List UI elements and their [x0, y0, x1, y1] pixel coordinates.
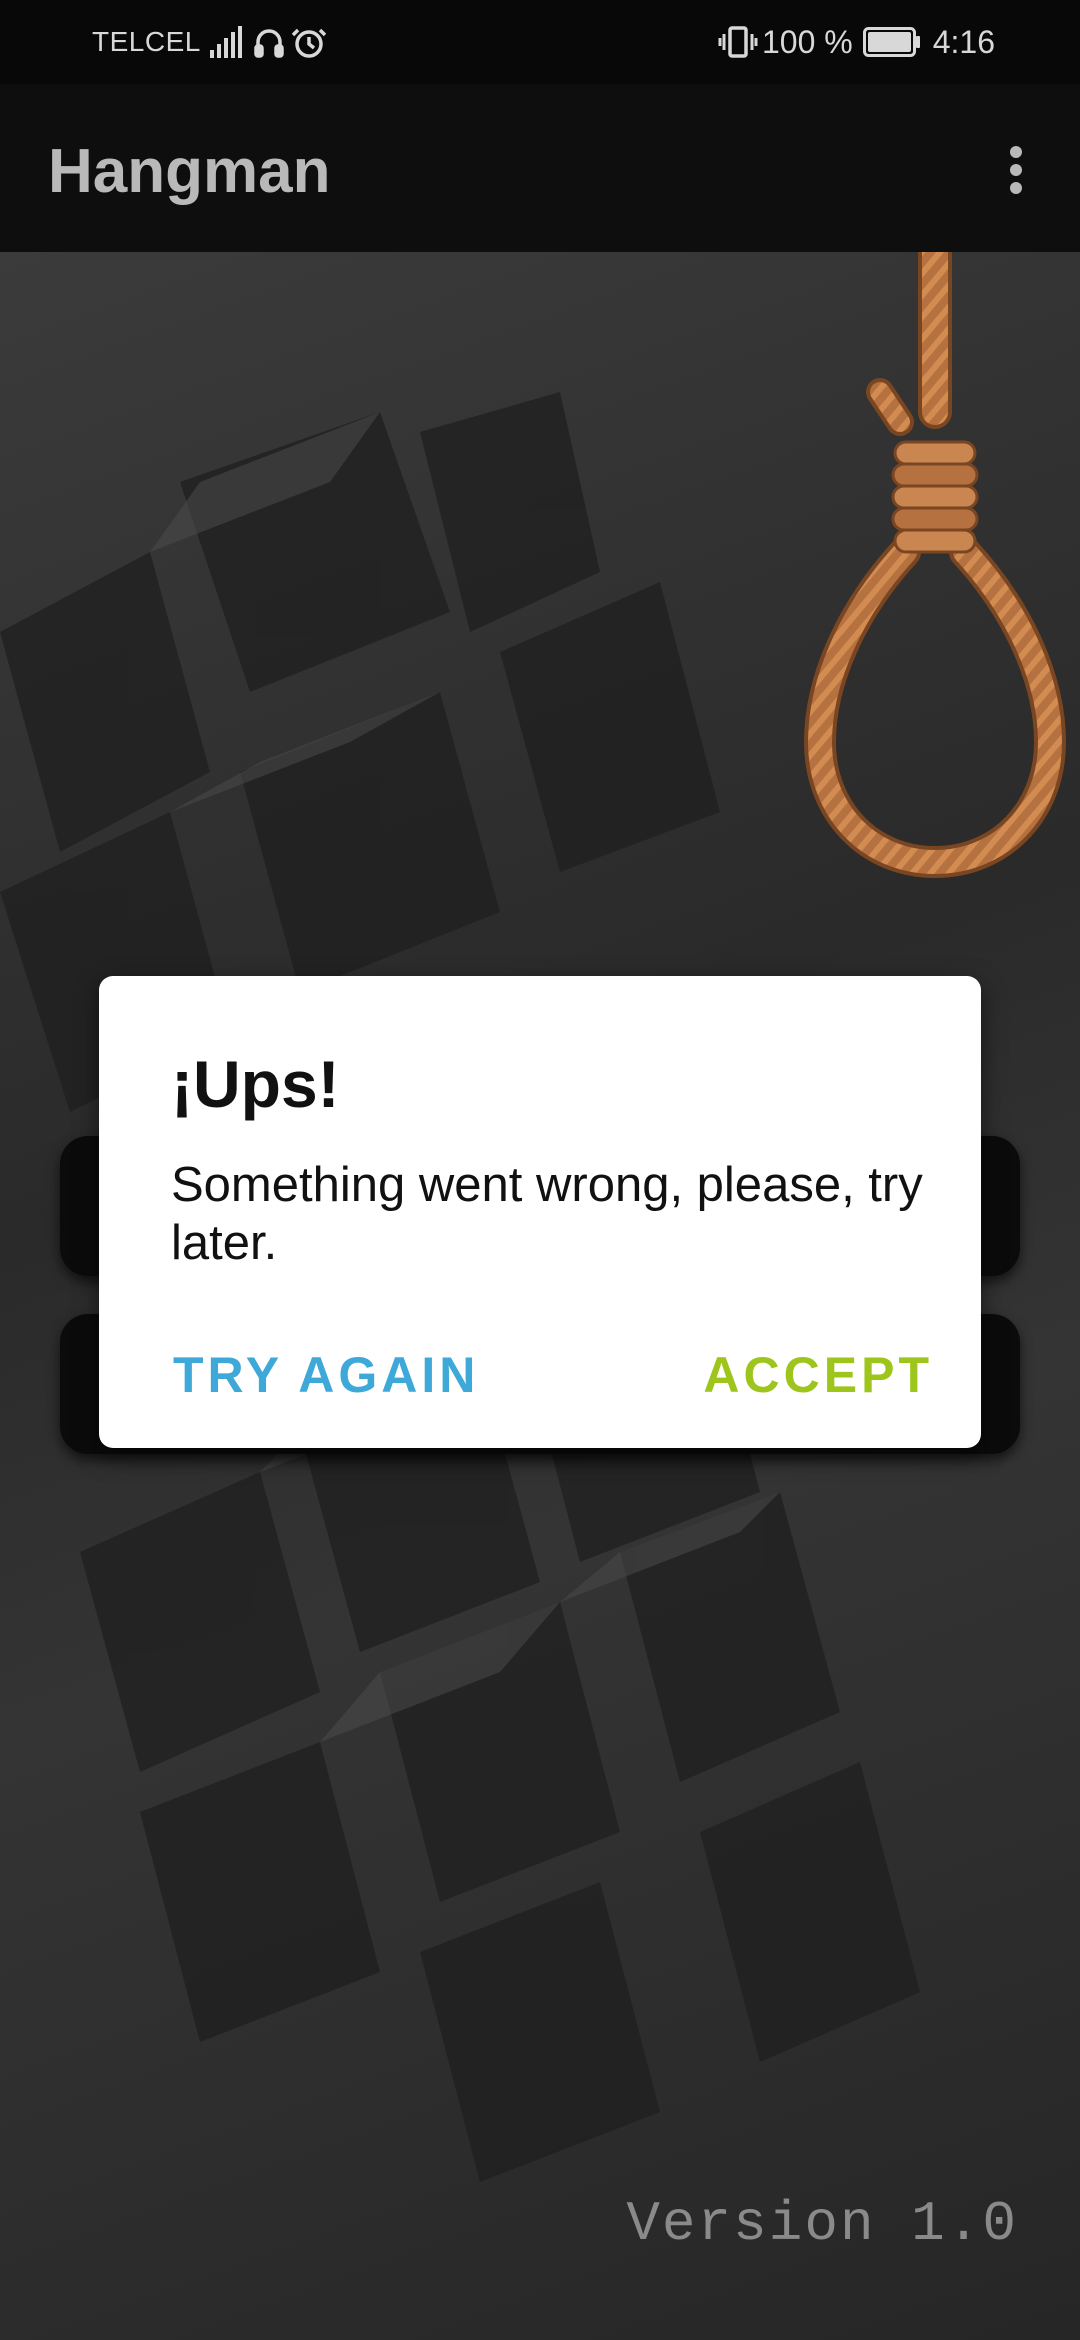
version-label: Version 1.0	[626, 2192, 1018, 2256]
signal-icon	[210, 26, 242, 58]
dialog-title: ¡Ups!	[171, 1047, 340, 1121]
accept-button[interactable]: ACCEPT	[703, 1346, 933, 1404]
dialog-message: Something went wrong, please, try later.	[171, 1158, 923, 1270]
vibrate-icon	[718, 26, 758, 58]
status-bar: TELCEL 100 % 4:16	[0, 0, 1080, 84]
alarm-icon	[291, 28, 327, 58]
app-title: Hangman	[48, 137, 331, 206]
clock: 4:16	[932, 23, 995, 60]
headset-icon	[254, 29, 284, 58]
try-again-button[interactable]: TRY AGAIN	[173, 1346, 479, 1404]
carrier-label: TELCEL	[92, 26, 201, 57]
error-dialog: ¡Ups! Something went wrong, please, try …	[99, 976, 981, 1448]
status-left-icons	[210, 26, 327, 58]
battery-icon	[862, 27, 920, 57]
status-right-group: 100 % 4:16	[718, 22, 995, 62]
noose-image	[803, 252, 1067, 879]
app-bar: Hangman	[0, 84, 1080, 252]
battery-percent: 100 %	[761, 23, 853, 60]
more-vert-icon[interactable]	[980, 134, 1052, 206]
